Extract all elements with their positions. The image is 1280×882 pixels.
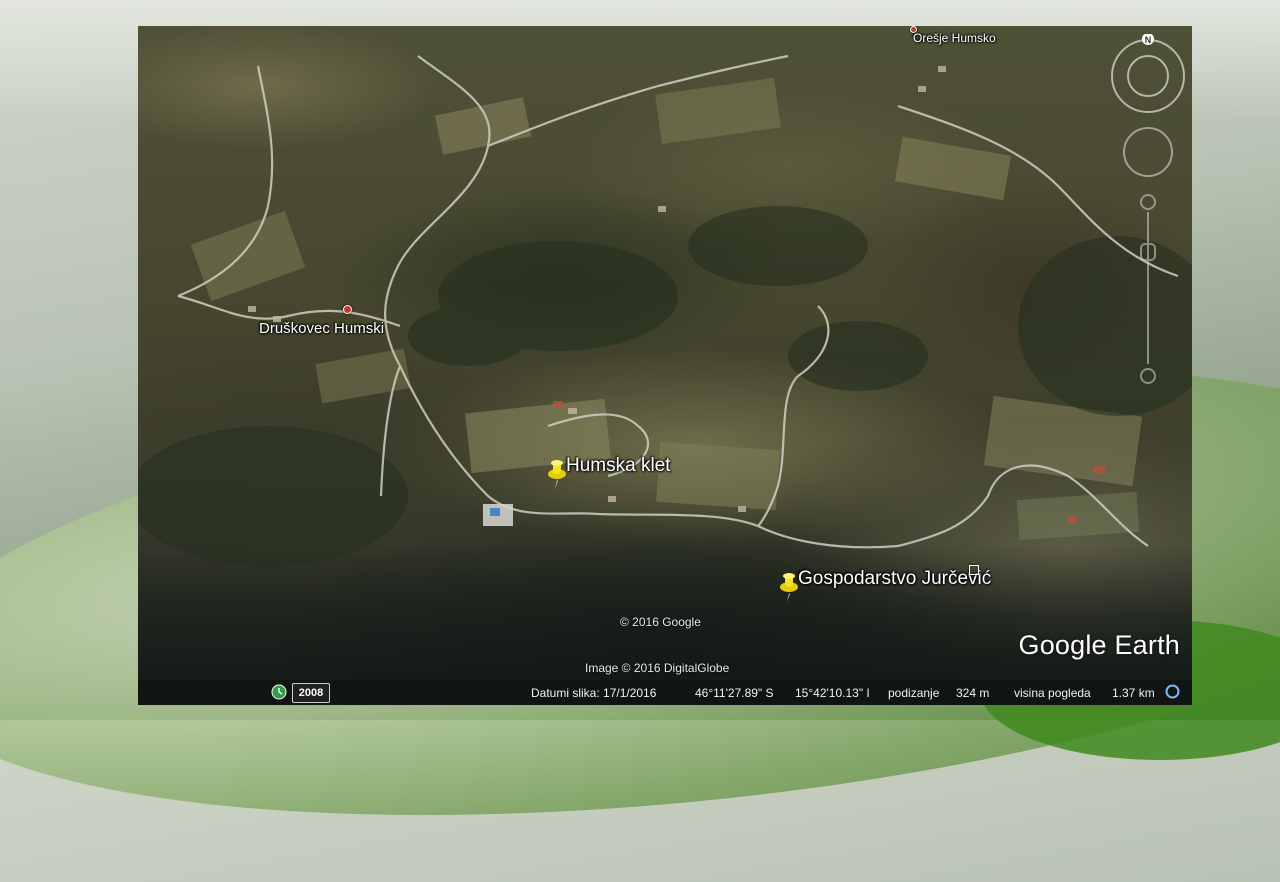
imagery-year-button[interactable]: 2008 — [292, 683, 330, 703]
navigation-controls: N — [1108, 33, 1188, 394]
longitude-readout: 15°42'10.13" I — [795, 686, 870, 700]
satellite-map-view[interactable]: Orešje Humsko Druškovec Humski Humska kl… — [138, 26, 1192, 705]
place-marker-square[interactable] — [969, 565, 979, 575]
latitude-readout: 46°11'27.89" S — [695, 686, 774, 700]
image-date: Datumi slika: 17/1/2016 — [531, 686, 657, 700]
elevation-label: podizanje — [888, 686, 940, 700]
eye-altitude-label: visina pogleda — [1014, 686, 1091, 700]
copyright-imagery: Image © 2016 DigitalGlobe — [585, 661, 730, 675]
streaming-globe-icon — [1165, 684, 1180, 699]
eye-altitude-readout: 1.37 km — [1112, 686, 1155, 700]
compass-ring[interactable] — [1111, 39, 1185, 113]
google-earth-logo: Google Earth — [1018, 630, 1180, 660]
place-label-gospodarstvo-jurcevic[interactable]: Gospodarstvo Jurčević — [798, 568, 991, 590]
pushpin-icon[interactable] — [546, 458, 568, 490]
place-marker-druskovec[interactable] — [343, 305, 352, 314]
place-label-humska-klet[interactable]: Humska klet — [566, 455, 671, 477]
status-bar: 2008 Datumi slika: 17/1/2016 46°11'27.89… — [138, 680, 1192, 705]
pushpin-icon[interactable] — [778, 571, 800, 603]
look-joystick[interactable] — [1123, 127, 1173, 177]
elevation-readout: 324 m — [956, 686, 990, 700]
north-label: N — [1145, 35, 1152, 45]
zoom-slider[interactable] — [1140, 194, 1156, 384]
historical-imagery-icon[interactable] — [271, 684, 287, 700]
place-label-oresje-humsko[interactable]: Orešje Humsko — [913, 31, 996, 45]
copyright-google: © 2016 Google — [620, 615, 701, 629]
place-label-druskovec-humski[interactable]: Druškovec Humski — [259, 320, 384, 337]
